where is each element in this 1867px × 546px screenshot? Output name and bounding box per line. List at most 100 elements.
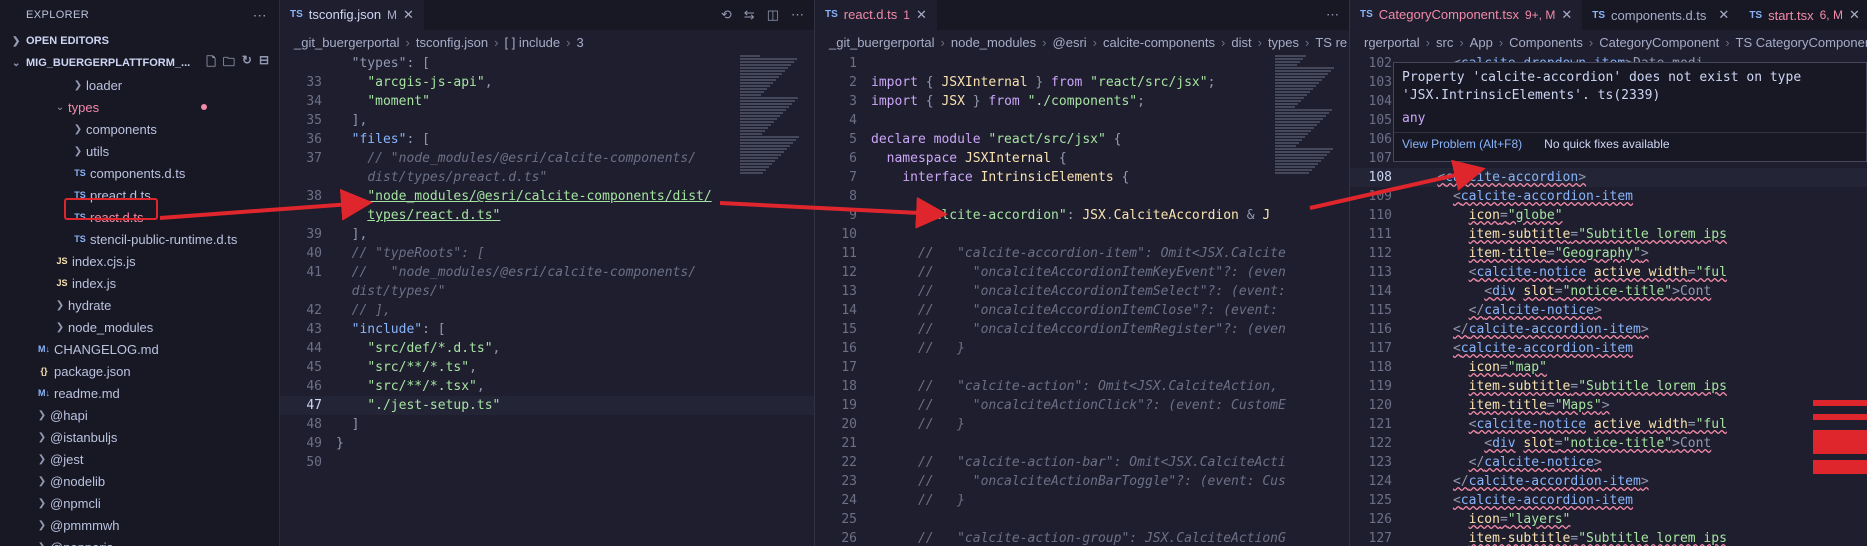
- breadcrumb-item[interactable]: types: [1268, 35, 1299, 50]
- tree-item[interactable]: ❯ loader: [0, 74, 279, 96]
- minimap[interactable]: [1275, 54, 1335, 546]
- breadcrumb-item[interactable]: calcite-components: [1103, 35, 1215, 50]
- tree-item[interactable]: ❯ node_modules: [0, 316, 279, 338]
- code-text: import { JSX } from "./components";: [871, 94, 1145, 109]
- more-actions-icon[interactable]: ⋯: [1326, 7, 1339, 23]
- breadcrumb-separator: ›: [1257, 34, 1262, 50]
- refresh-icon[interactable]: ↻: [242, 53, 252, 74]
- tab-0[interactable]: TS CategoryComponent.tsx 9+, M ✕: [1350, 0, 1583, 30]
- tree-item[interactable]: JS index.js: [0, 272, 279, 294]
- tab-1[interactable]: TS components.d.ts ✕: [1582, 0, 1739, 30]
- breadcrumb-item[interactable]: App: [1470, 35, 1493, 50]
- more-actions-icon[interactable]: ⋯: [253, 7, 267, 24]
- minimap-line: [1275, 127, 1314, 129]
- minimap-line: [740, 136, 799, 138]
- code-line: 21: [815, 434, 1349, 453]
- code-text: "moment": [367, 94, 430, 109]
- line-number: 25: [841, 512, 857, 527]
- tree-item[interactable]: ❯ @pmmmwh: [0, 514, 279, 536]
- code-line: 111 item-subtitle="Subtitle lorem ips: [1350, 225, 1867, 244]
- timeline-icon[interactable]: ⟲: [721, 7, 732, 23]
- collapse-all-icon[interactable]: ⊟: [259, 53, 269, 74]
- tree-item[interactable]: ❯ utils: [0, 140, 279, 162]
- code-editor[interactable]: "types": [33 "arcgis-js-api", 34 "moment"…: [280, 54, 814, 546]
- line-number: 2: [849, 75, 857, 90]
- line-number: 38: [306, 189, 322, 204]
- close-icon[interactable]: ✕: [1849, 7, 1860, 23]
- close-icon[interactable]: ✕: [1561, 7, 1572, 23]
- minimap-line: [740, 67, 788, 69]
- minimap-line: [740, 76, 779, 78]
- more-actions-icon[interactable]: ⋯: [791, 7, 804, 23]
- close-icon[interactable]: ✕: [1718, 7, 1729, 23]
- tree-item[interactable]: ❯ @hapi: [0, 404, 279, 426]
- code-text: "calcite-accordion": JSX.CalciteAccordio…: [917, 208, 1271, 223]
- tree-item[interactable]: ❯@popperjs: [0, 536, 279, 546]
- view-problem-link[interactable]: View Problem (Alt+F8): [1402, 137, 1522, 151]
- tree-item[interactable]: TS stencil-public-runtime.d.ts: [0, 228, 279, 250]
- tree-item[interactable]: ❯ components: [0, 118, 279, 140]
- tree-item[interactable]: ❯ hydrate: [0, 294, 279, 316]
- error-dot: [201, 104, 207, 110]
- explorer-title: EXPLORER: [26, 9, 90, 21]
- tree-item[interactable]: ❯ @jest: [0, 448, 279, 470]
- breadcrumb-item[interactable]: TS CategoryComponent.tsx: [1736, 35, 1867, 50]
- tree-item[interactable]: ❯ @nodelib: [0, 470, 279, 492]
- breadcrumb-item[interactable]: _git_buergerportal: [829, 35, 935, 50]
- breadcrumb-item[interactable]: tsconfig.json: [416, 35, 488, 50]
- tree-item[interactable]: JS index.cjs.js: [0, 250, 279, 272]
- tab-tsconfig[interactable]: TS tsconfig.json M ✕: [280, 0, 424, 30]
- open-editors-section[interactable]: ❯ OPEN EDITORS: [0, 30, 279, 52]
- minimap-line: [740, 91, 764, 93]
- breadcrumb-item[interactable]: _git_buergerportal: [294, 35, 400, 50]
- minimap-line: [1275, 73, 1328, 75]
- breadcrumb-item[interactable]: @esri: [1053, 35, 1087, 50]
- minimap-line: [740, 118, 777, 120]
- tree-item[interactable]: ❯ @npmcli: [0, 492, 279, 514]
- close-icon[interactable]: ✕: [403, 7, 414, 23]
- tree-item[interactable]: TS components.d.ts: [0, 162, 279, 184]
- breadcrumb-item[interactable]: Components: [1509, 35, 1583, 50]
- project-label: MIG_BUERGERPLATTFORM_...: [26, 57, 191, 69]
- project-section[interactable]: ⌄ MIG_BUERGERPLATTFORM_... 🗋 🗀 ↻ ⊟: [0, 52, 279, 74]
- code-text: "node_modules/@esri/calcite-components/d…: [367, 189, 712, 204]
- breadcrumb-item[interactable]: TS re: [1315, 35, 1347, 50]
- code-line: 114 <div slot="notice-title">Cont: [1350, 282, 1867, 301]
- line-number: 125: [1368, 493, 1392, 508]
- close-icon[interactable]: ✕: [916, 7, 927, 23]
- code-text: // "oncalciteActionBarToggle"?: (event: …: [917, 474, 1286, 489]
- new-folder-icon[interactable]: 🗀: [223, 53, 235, 74]
- code-line: 14 // "oncalciteAccordionItemClose"?: (e…: [815, 301, 1349, 320]
- minimap[interactable]: [740, 54, 800, 546]
- code-line: 5 declare module "react/src/jsx" {: [815, 130, 1349, 149]
- tree-item[interactable]: ❯ @istanbuljs: [0, 426, 279, 448]
- tree-item[interactable]: M↓ CHANGELOG.md: [0, 338, 279, 360]
- minimap-line: [740, 133, 762, 135]
- breadcrumb-item[interactable]: CategoryComponent: [1599, 35, 1719, 50]
- breadcrumb-item[interactable]: 3: [576, 35, 583, 50]
- breadcrumb-separator: ›: [1425, 34, 1430, 50]
- tree-item[interactable]: M↓ readme.md: [0, 382, 279, 404]
- split-editor-icon[interactable]: ◫: [767, 7, 779, 23]
- code-line: 12 // "oncalciteAccordionItemKeyEvent"?:…: [815, 263, 1349, 282]
- tab-react[interactable]: TS react.d.ts 1 ✕: [815, 0, 937, 30]
- tree-item[interactable]: ⌄ types: [0, 96, 279, 118]
- tab-2[interactable]: TS start.tsx 6, M ✕: [1739, 0, 1867, 30]
- new-file-icon[interactable]: 🗋: [206, 53, 216, 74]
- tree-item[interactable]: {} package.json: [0, 360, 279, 382]
- code-line: 9 "calcite-accordion": JSX.CalciteAccord…: [815, 206, 1349, 225]
- code-text: import { JSXInternal } from "react/src/j…: [871, 75, 1216, 90]
- breadcrumb-item[interactable]: node_modules: [951, 35, 1036, 50]
- breadcrumb-item[interactable]: src: [1436, 35, 1453, 50]
- tab-label: components.d.ts: [1611, 7, 1707, 23]
- breadcrumb-item[interactable]: [ ] include: [504, 35, 560, 50]
- minimap-line: [1275, 145, 1296, 147]
- chevron-right-icon: ❯: [37, 453, 47, 465]
- code-line: 50: [280, 453, 814, 472]
- code-editor[interactable]: 1 2 import { JSXInternal } from "react/src…: [815, 54, 1349, 546]
- tab-label: start.tsx: [1768, 7, 1814, 23]
- breadcrumb-item[interactable]: rgerportal: [1364, 35, 1420, 50]
- line-number: 8: [849, 189, 857, 204]
- compare-icon[interactable]: ⇆: [744, 7, 755, 23]
- breadcrumb-item[interactable]: dist: [1231, 35, 1251, 50]
